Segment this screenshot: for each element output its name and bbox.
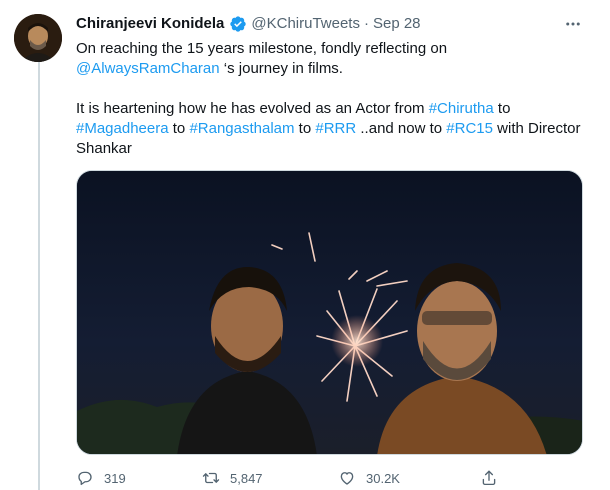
share-button[interactable] [480,469,498,487]
text-part: to [294,120,316,137]
tweet-header: Chiranjeevi Konidela @KChiruTweets · Sep… [76,14,421,34]
hashtag-link[interactable]: #RC15 [446,120,493,137]
thread-line [38,58,40,490]
hashtag-link[interactable]: #Rangasthalam [189,120,294,137]
tweet-text: On reaching the 15 years milestone, fond… [76,39,586,159]
more-horizontal-icon [566,22,580,26]
text-part: ..and now to [356,120,447,137]
tweet-date[interactable]: Sep 28 [373,14,421,34]
user-handle[interactable]: @KChiruTweets [251,14,360,34]
reply-button[interactable]: 319 [76,469,126,487]
separator-dot: · [363,15,369,32]
retweet-icon [202,472,220,484]
tweet-card[interactable]: Chiranjeevi Konidela @KChiruTweets · Sep… [0,0,610,490]
text-part: It is heartening how he has evolved as a… [76,100,429,117]
like-count: 30.2K [366,470,400,486]
retweet-count: 5,847 [230,470,263,486]
heart-icon [340,472,354,485]
hashtag-link[interactable]: #Chirutha [429,100,494,117]
text-part: to [493,100,511,117]
avatar[interactable] [14,14,62,62]
hashtag-link[interactable]: #Magadheera [76,120,169,137]
tweet-paragraph-1: On reaching the 15 years milestone, fond… [76,39,586,79]
hashtag-link[interactable]: #RRR [315,120,356,137]
like-button[interactable]: 30.2K [338,469,400,487]
retweet-button[interactable]: 5,847 [202,469,263,487]
text-line-1: On reaching the 15 years milestone, fond… [76,40,448,57]
tweet-photo[interactable] [76,170,583,455]
tweet-paragraph-2: It is heartening how he has evolved as a… [76,99,586,159]
share-icon [482,470,496,486]
mention-link[interactable]: @AlwaysRamCharan [76,60,220,77]
text-part: Shankar [76,140,132,157]
photo-image [77,171,582,454]
reply-icon [78,471,92,486]
action-bar: 319 5,847 30.2K [76,466,506,490]
text-line-2: ‘s journey in films. [219,60,343,77]
verified-badge-icon [229,15,247,33]
display-name[interactable]: Chiranjeevi Konidela [76,14,224,34]
more-options-button[interactable] [560,14,586,34]
text-part: to [168,120,190,137]
reply-count: 319 [104,470,126,486]
text-part: with Director [492,120,581,137]
